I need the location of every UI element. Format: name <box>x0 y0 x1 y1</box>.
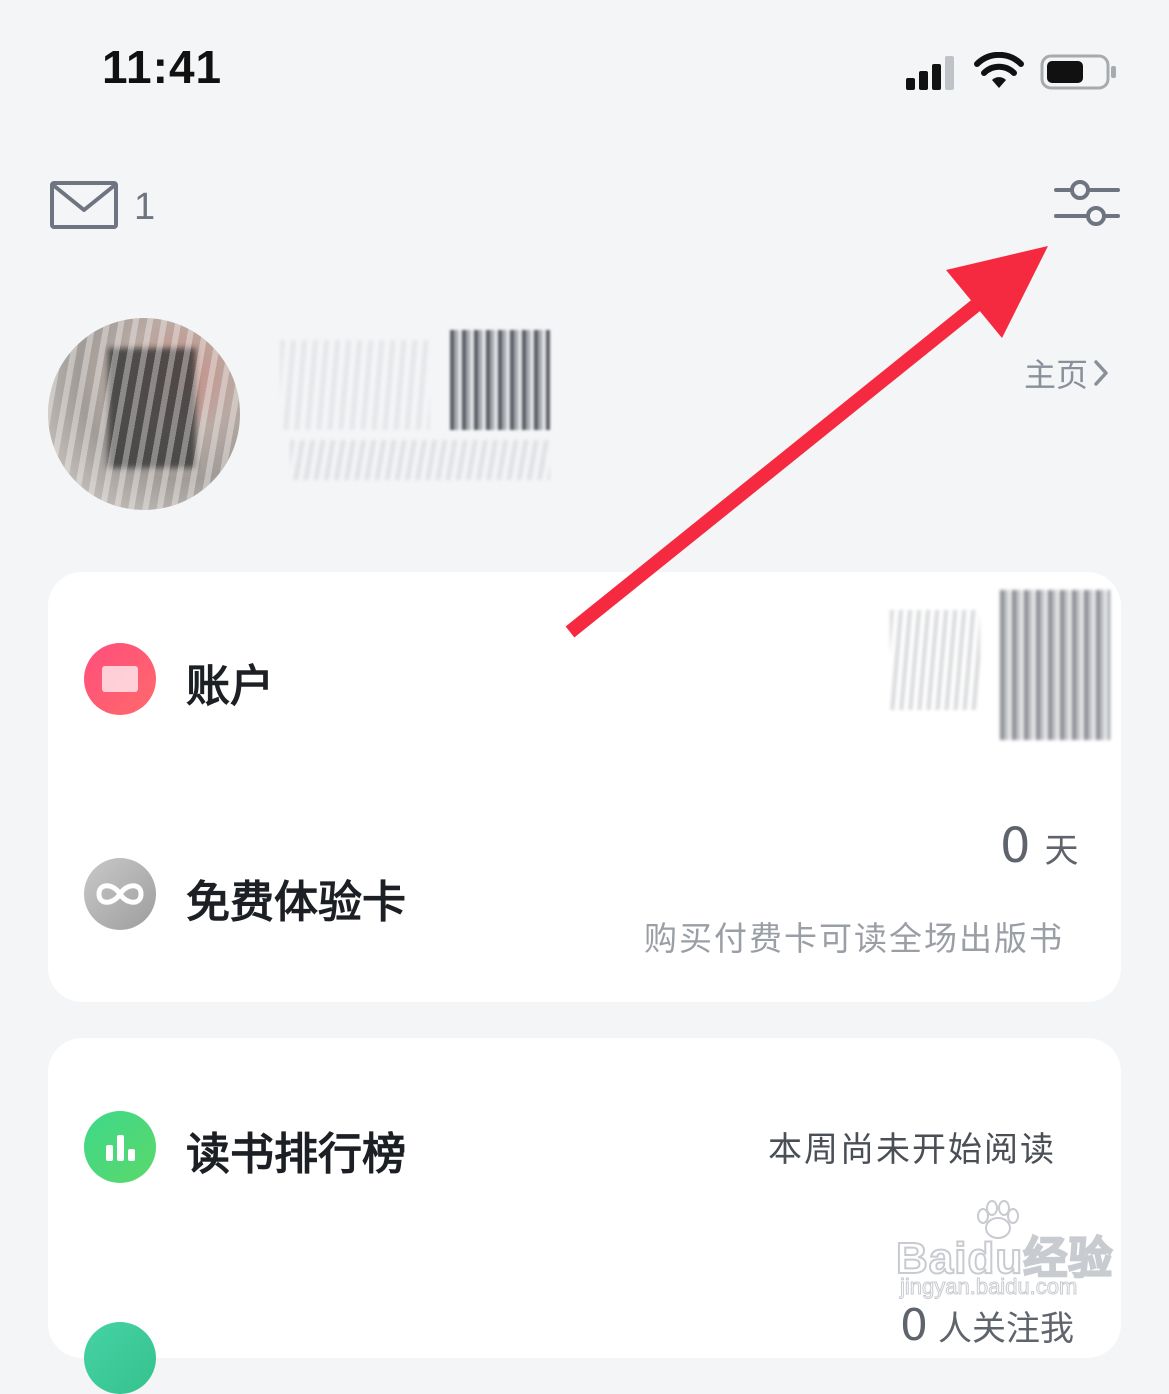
avatar[interactable] <box>48 318 240 510</box>
settings-sliders-icon[interactable] <box>1054 180 1120 228</box>
trial-days-value: 0 <box>1000 818 1031 874</box>
chevron-right-icon <box>1094 360 1108 386</box>
trial-days: 0 天 <box>1000 818 1079 874</box>
signal-icon <box>906 56 954 90</box>
wifi-icon <box>974 52 1024 88</box>
status-time: 11:41 <box>102 41 223 93</box>
followers-icon <box>84 1322 156 1394</box>
bar-chart-icon <box>84 1111 156 1183</box>
trial-days-unit: 天 <box>1044 831 1079 871</box>
trial-card-label[interactable]: 免费体验卡 <box>186 866 406 930</box>
homepage-link[interactable]: 主页 <box>1024 350 1110 396</box>
ranking-label[interactable]: 读书排行榜 <box>186 1118 406 1182</box>
followers-text: 人关注我 <box>938 1309 1074 1349</box>
battery-icon <box>1040 54 1116 90</box>
infinity-icon <box>84 858 156 930</box>
homepage-label: 主页 <box>1024 356 1089 394</box>
redacted-username <box>260 300 560 490</box>
followers-count[interactable]: 0 人关注我 <box>900 1300 1074 1351</box>
wallet-icon <box>84 643 156 715</box>
mail-icon[interactable] <box>50 180 118 230</box>
account-label[interactable]: 账户 <box>186 650 274 714</box>
ranking-status: 本周尚未开始阅读 <box>768 1130 1056 1170</box>
followers-value: 0 <box>900 1300 928 1351</box>
mail-count-badge[interactable]: 1 <box>134 186 155 229</box>
redacted-balance <box>880 580 1120 760</box>
trial-description: 购买付费卡可读全场出版书 <box>644 919 1064 958</box>
